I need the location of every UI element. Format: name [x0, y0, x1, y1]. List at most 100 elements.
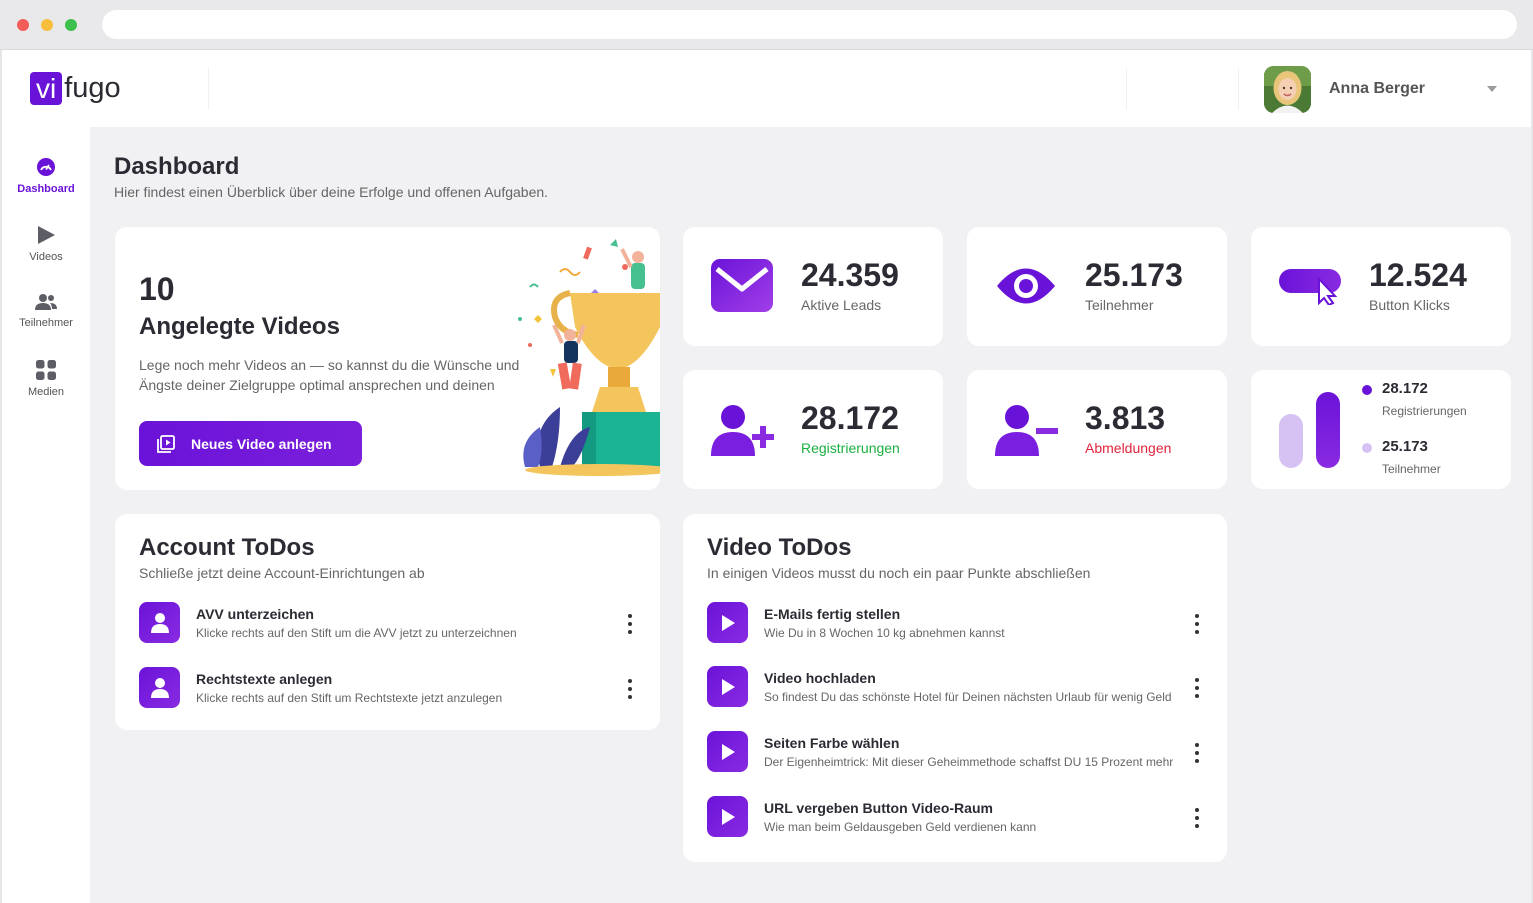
stat-label: Button Klicks	[1369, 297, 1450, 313]
page-title: Dashboard	[114, 153, 240, 180]
legend-value: 25.173	[1382, 438, 1428, 455]
hero-text: Lege noch mehr Videos an — so kannst du …	[139, 357, 520, 393]
play-icon	[707, 796, 748, 837]
play-icon	[707, 602, 748, 643]
sidebar-item-dashboard[interactable]: Dashboard	[2, 157, 90, 195]
sidebar-item-label: Medien	[27, 386, 65, 398]
trophy-illustration	[500, 227, 660, 489]
page-subtitle: Hier findest einen Überblick über deine …	[114, 184, 549, 200]
legend-label: Teilnehmer	[1382, 462, 1441, 476]
sidebar-item-medien[interactable]: Medien	[2, 360, 90, 398]
video-todos-card: Video ToDos In einigen Videos musst du n…	[683, 514, 1227, 862]
cursor-click-icon	[1279, 269, 1341, 305]
stat-label: Registrierungen	[801, 440, 900, 456]
user-remove-icon	[995, 405, 1058, 456]
play-icon	[707, 666, 748, 707]
legend-value: 28.172	[1382, 380, 1428, 397]
todo-title: URL vergeben Button Video-Raum	[764, 800, 993, 816]
divider	[1238, 68, 1239, 110]
new-video-button-label: Neues Video anlegen	[191, 435, 332, 452]
todo-title: Rechtstexte anlegen	[196, 671, 333, 687]
stat-label: Abmeldungen	[1085, 440, 1172, 456]
gauge-icon	[37, 158, 55, 176]
more-options-icon[interactable]	[624, 614, 636, 634]
videos-summary-card: 10 Angelegte Videos Lege noch mehr Video…	[115, 227, 660, 490]
play-icon	[707, 731, 748, 772]
stat-value: 28.172	[801, 400, 899, 436]
address-bar[interactable]	[102, 10, 1517, 39]
todo-title: AVV unterzeichen	[196, 606, 314, 622]
video-count: 10	[139, 271, 175, 307]
user-icon	[139, 667, 180, 708]
window-maximize-button[interactable]	[65, 19, 77, 31]
more-options-icon[interactable]	[1191, 614, 1203, 634]
stat-card-comparison: 28.172 Registrierungen 25.173 Teilnehmer	[1251, 370, 1511, 489]
main-content: Dashboard Hier findest einen Überblick ü…	[90, 127, 1531, 903]
user-name[interactable]: Anna Berger	[1329, 80, 1425, 98]
stat-card-participants: 25.173 Teilnehmer	[967, 227, 1227, 346]
users-icon	[35, 294, 57, 310]
todo-description: Wie man beim Geldausgeben Geld verdienen…	[764, 820, 1037, 834]
bar-chart-icon	[1279, 392, 1340, 468]
list-item[interactable]: URL vergeben Button Video-Raum Wie man b…	[707, 796, 1203, 840]
sidebar-item-label: Dashboard	[17, 183, 75, 195]
stat-card-registrations: 28.172 Registrierungen	[683, 370, 943, 489]
legend-dot-participants	[1362, 443, 1372, 453]
stat-label: Aktive Leads	[801, 297, 882, 313]
stat-value: 3.813	[1085, 400, 1166, 436]
list-item[interactable]: Seiten Farbe wählen Der Eigenheimtrick: …	[707, 731, 1203, 775]
grid-icon	[36, 360, 56, 380]
sidebar: Dashboard Videos Teilnehmer Medien	[2, 127, 90, 903]
user-add-icon	[711, 405, 774, 456]
stat-value: 25.173	[1085, 257, 1183, 293]
stat-card-clicks: 12.524 Button Klicks	[1251, 227, 1511, 346]
list-item[interactable]: Rechtstexte anlegen Klicke rechts auf de…	[139, 667, 636, 711]
stat-value: 24.359	[801, 257, 899, 293]
new-video-button[interactable]: Neues Video anlegen	[139, 421, 362, 466]
account-todos-subtitle: Schließe jetzt deine Account-Einrichtung…	[139, 565, 425, 581]
top-bar: vi fugo Anna Berger	[2, 50, 1531, 127]
browser-chrome	[0, 0, 1533, 50]
list-item[interactable]: Video hochladen So findest Du das schöns…	[707, 666, 1203, 710]
more-options-icon[interactable]	[1191, 808, 1203, 828]
todo-title: E-Mails fertig stellen	[764, 606, 901, 622]
sidebar-item-videos[interactable]: Videos	[2, 225, 90, 263]
more-options-icon[interactable]	[624, 679, 636, 699]
hero-title: Angelegte Videos	[139, 313, 340, 340]
app-window: vi fugo Anna Berger Dashboard Videos Tei…	[0, 50, 1533, 903]
mail-icon	[711, 259, 773, 312]
chevron-down-icon[interactable]	[1487, 86, 1497, 92]
todo-description: So findest Du das schönste Hotel für Dei…	[764, 690, 1172, 704]
logo-highlight: vi	[30, 71, 63, 105]
video-todos-subtitle: In einigen Videos musst du noch ein paar…	[707, 565, 1091, 581]
stat-label: Teilnehmer	[1085, 297, 1154, 313]
eye-icon	[997, 268, 1055, 304]
stat-value: 12.524	[1369, 257, 1467, 293]
todo-title: Seiten Farbe wählen	[764, 735, 900, 751]
play-icon	[38, 226, 55, 244]
divider	[208, 68, 209, 110]
more-options-icon[interactable]	[1191, 678, 1203, 698]
todo-description: Klicke rechts auf den Stift um Rechtstex…	[196, 691, 503, 705]
logo[interactable]: vi fugo	[30, 71, 121, 105]
video-add-icon	[157, 434, 175, 453]
avatar[interactable]	[1264, 66, 1311, 113]
sidebar-item-teilnehmer[interactable]: Teilnehmer	[2, 293, 90, 329]
window-close-button[interactable]	[17, 19, 29, 31]
more-options-icon[interactable]	[1191, 743, 1203, 763]
todo-description: Klicke rechts auf den Stift um die AVV j…	[196, 626, 517, 640]
list-item[interactable]: AVV unterzeichen Klicke rechts auf den S…	[139, 602, 636, 646]
stat-card-leads: 24.359 Aktive Leads	[683, 227, 943, 346]
list-item[interactable]: E-Mails fertig stellen Wie Du in 8 Woche…	[707, 602, 1203, 646]
legend-label: Registrierungen	[1382, 404, 1467, 418]
legend-dot-registrations	[1362, 385, 1372, 395]
sidebar-item-label: Videos	[29, 251, 63, 263]
logo-text: fugo	[64, 71, 121, 104]
account-todos-card: Account ToDos Schließe jetzt deine Accou…	[115, 514, 660, 730]
window-minimize-button[interactable]	[41, 19, 53, 31]
video-todos-title: Video ToDos	[707, 534, 852, 561]
sidebar-item-label: Teilnehmer	[19, 317, 73, 329]
account-todos-title: Account ToDos	[139, 534, 315, 561]
todo-description: Der Eigenheimtrick: Mit dieser Geheimmet…	[764, 755, 1174, 769]
user-icon	[139, 602, 180, 643]
